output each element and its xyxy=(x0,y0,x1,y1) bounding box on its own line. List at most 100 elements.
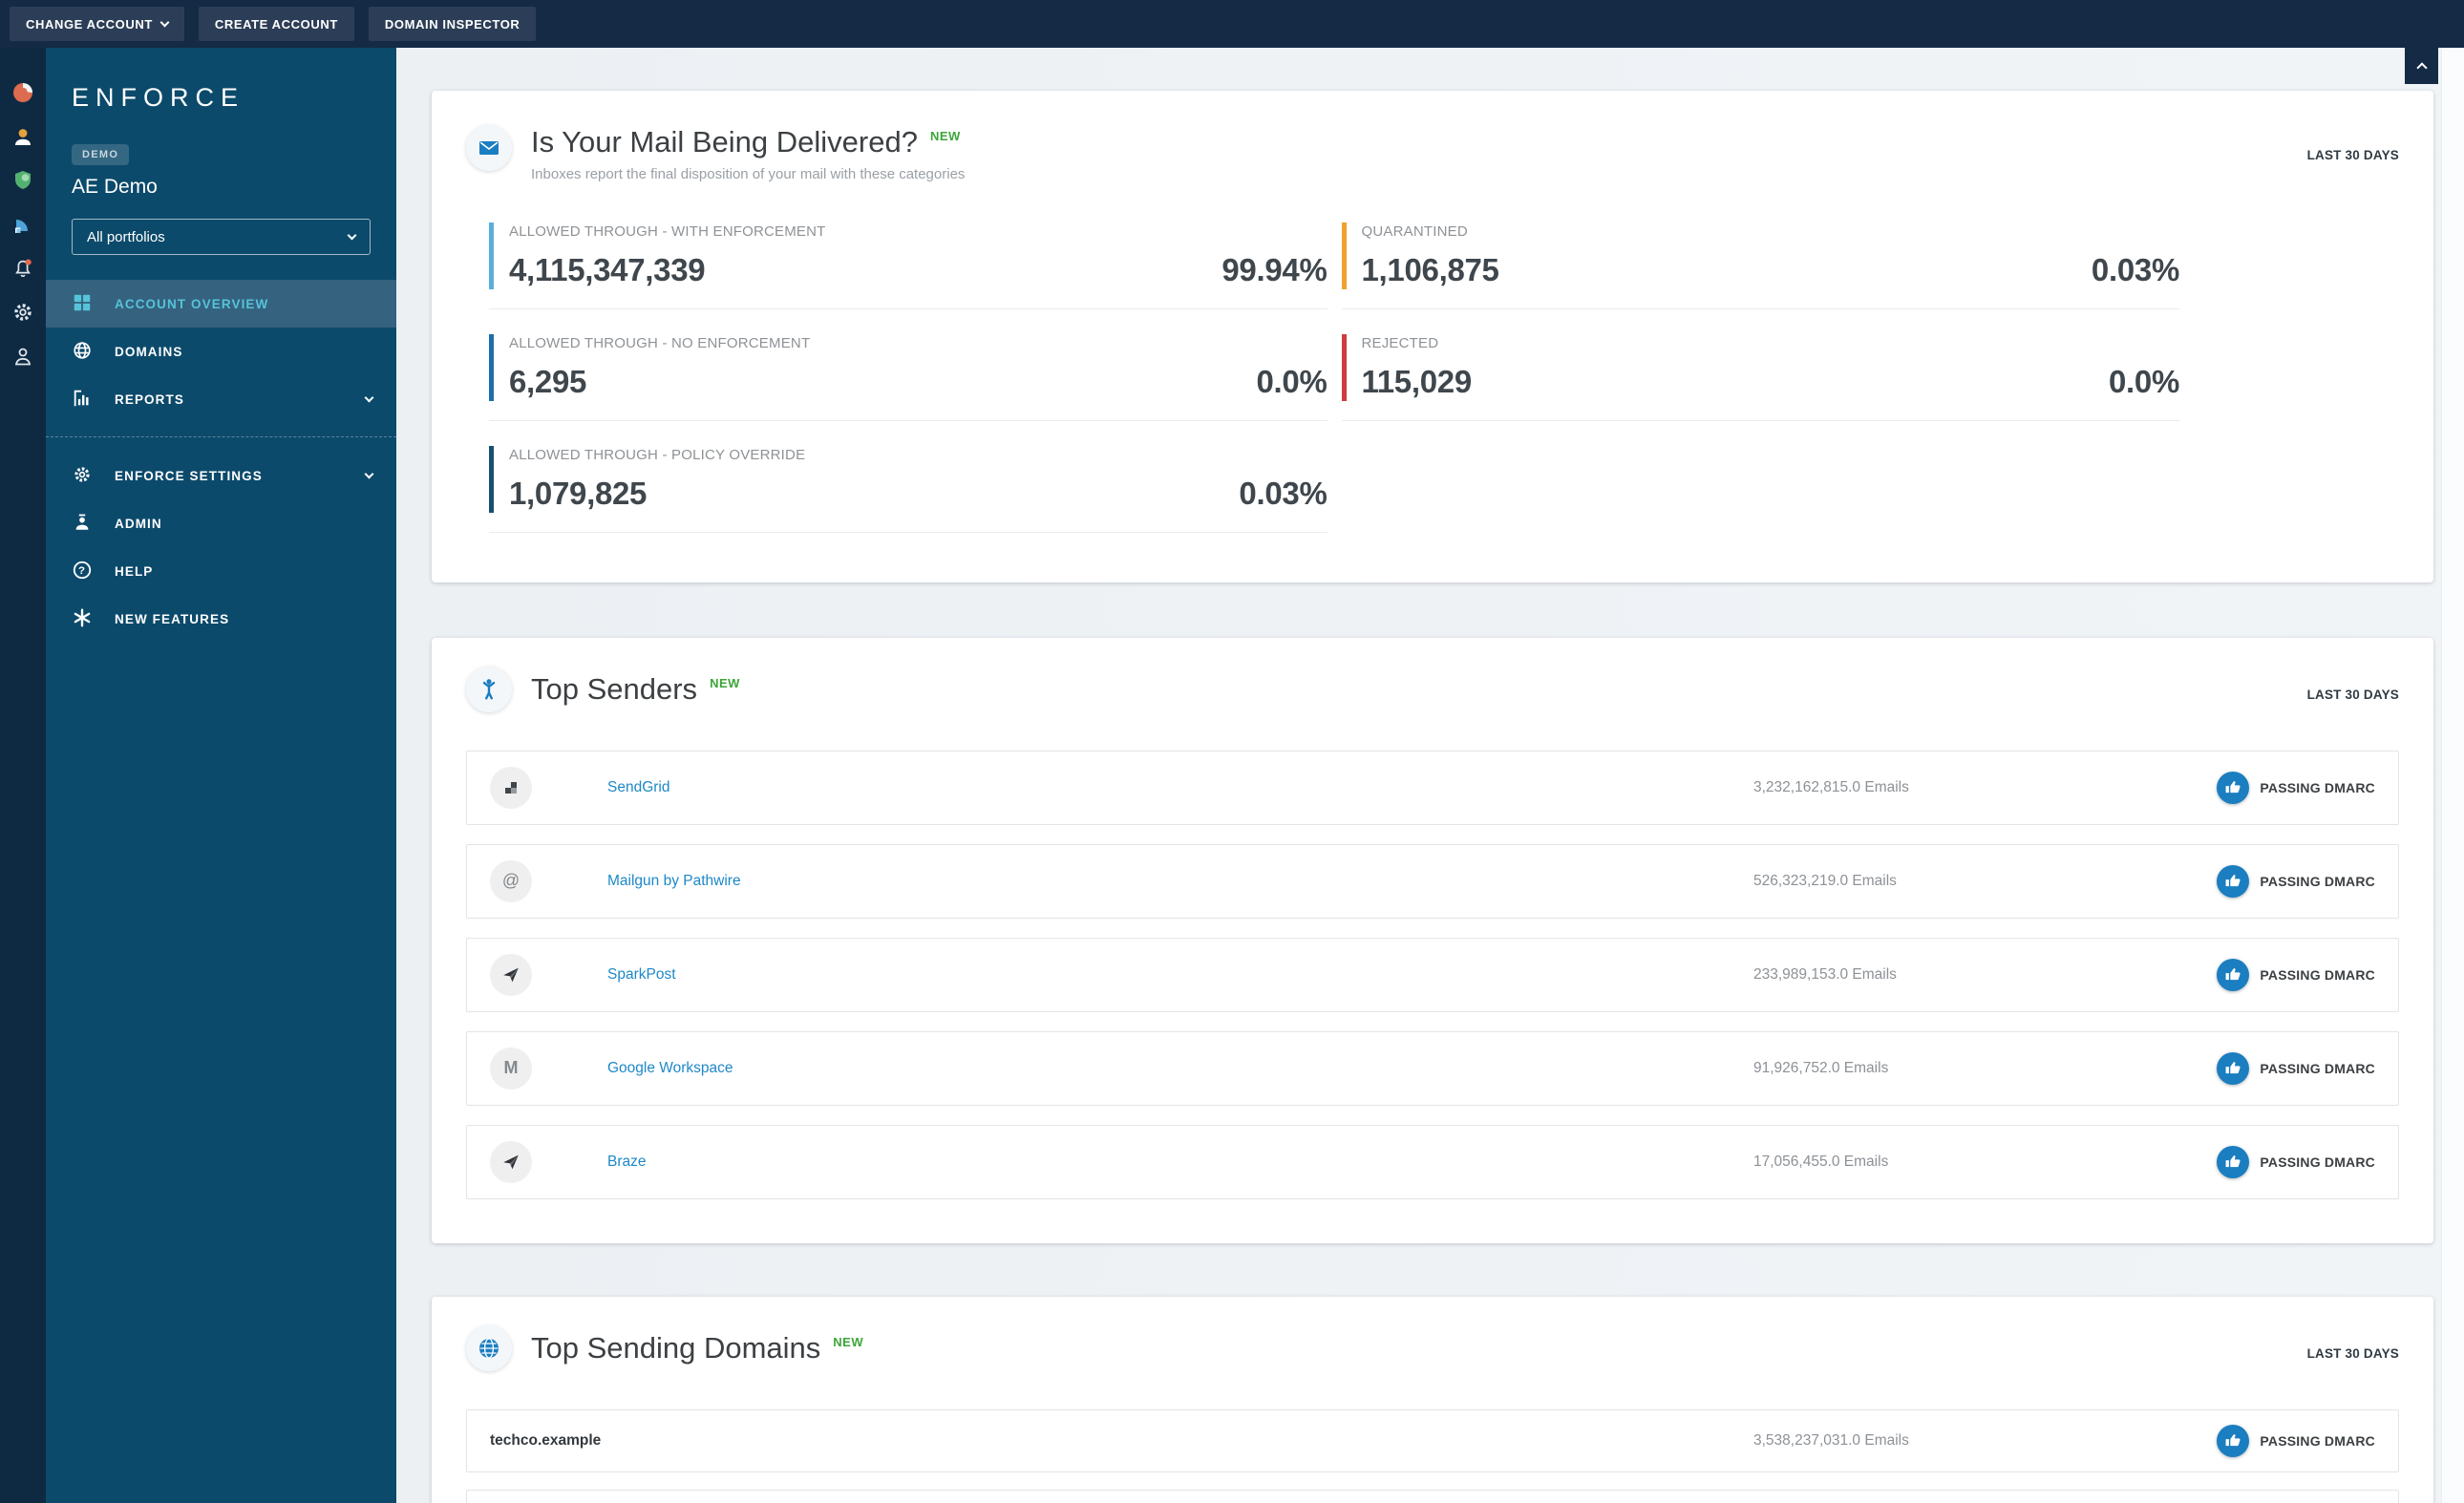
gear-outline-icon[interactable] xyxy=(11,300,35,325)
domain-row: realestateco.example 45,079,322.0 Emails… xyxy=(466,1489,2399,1503)
nav-item-label: REPORTS xyxy=(115,392,184,407)
period-label: LAST 30 DAYS xyxy=(2306,148,2399,162)
top-bar: CHANGE ACCOUNT CREATE ACCOUNT DOMAIN INS… xyxy=(0,0,2464,48)
nav-item-label: NEW FEATURES xyxy=(115,611,230,626)
mail-delivery-title: Is Your Mail Being Delivered? xyxy=(531,125,918,159)
delivery-stats-right-column: QUARANTINED 1,106,875 0.03% REJECTED 115… xyxy=(1341,222,2179,558)
top-senders-card: Top Senders NEW LAST 30 DAYS SendGrid 3,… xyxy=(432,637,2433,1243)
sidebar-divider xyxy=(46,436,396,437)
mail-delivery-header: Is Your Mail Being Delivered? NEW Inboxe… xyxy=(466,125,2399,182)
top-senders-list: SendGrid 3,232,162,815.0 Emails PASSING … xyxy=(466,750,2399,1199)
bell-icon[interactable] xyxy=(11,256,35,281)
top-domains-title: Top Sending Domains xyxy=(531,1330,821,1365)
vertical-scrollbar[interactable] xyxy=(2441,48,2464,1503)
help-icon: ? xyxy=(72,560,93,583)
period-label: LAST 30 DAYS xyxy=(2306,687,2399,702)
gmail-m-icon: M xyxy=(490,1047,532,1090)
monitor-fan-icon[interactable] xyxy=(11,212,35,237)
sidebar-nav-item[interactable]: DOMAINS xyxy=(46,328,396,375)
stat-label: REJECTED xyxy=(1361,334,1439,351)
scroll-to-top-button[interactable] xyxy=(2405,48,2438,84)
stat-percent: 0.0% xyxy=(1256,363,1328,399)
delivery-stat: ALLOWED THROUGH - POLICY OVERRIDE 1,079,… xyxy=(489,445,1328,533)
person-outline-icon[interactable] xyxy=(11,344,35,369)
sender-email-count: 91,926,752.0 Emails xyxy=(1753,1059,1889,1076)
sidebar-nav-item[interactable]: ? HELP xyxy=(46,547,396,595)
envelope-icon xyxy=(466,125,512,171)
chevron-down-icon xyxy=(364,392,374,403)
sender-email-count: 526,323,219.0 Emails xyxy=(1753,872,1897,889)
stat-label: QUARANTINED xyxy=(1361,222,1468,240)
delivery-stat: REJECTED 115,029 0.0% xyxy=(1341,333,2179,421)
domain-name: techco.example xyxy=(490,1431,602,1449)
sidebar-nav-item[interactable]: ACCOUNT OVERVIEW xyxy=(46,280,396,328)
sender-email-count: 3,232,162,815.0 Emails xyxy=(1753,778,1909,795)
sender-row: SendGrid 3,232,162,815.0 Emails PASSING … xyxy=(466,750,2399,825)
grid-icon xyxy=(72,292,93,316)
admin-person-icon xyxy=(72,512,93,536)
sender-name-link[interactable]: Google Workspace xyxy=(532,1060,1753,1077)
stat-value: 4,115,347,339 xyxy=(509,251,706,287)
domain-email-count: 3,538,237,031.0 Emails xyxy=(1753,1431,1909,1449)
create-account-button[interactable]: CREATE ACCOUNT xyxy=(198,7,354,41)
dmarc-status-badge: PASSING DMARC xyxy=(2217,864,2375,898)
gear-icon xyxy=(72,464,93,488)
top-sending-domains-card: Top Sending Domains NEW LAST 30 DAYS tec… xyxy=(432,1296,2433,1503)
change-account-label: CHANGE ACCOUNT xyxy=(26,16,153,32)
dmarc-status-badge: PASSING DMARC xyxy=(2217,958,2375,991)
sender-name-link[interactable]: SparkPost xyxy=(532,966,1753,984)
sidebar-nav-item[interactable]: REPORTS xyxy=(46,375,396,423)
asterisk-icon xyxy=(72,607,93,631)
top-senders-header: Top Senders NEW xyxy=(466,666,2399,712)
stat-label: ALLOWED THROUGH - WITH ENFORCEMENT xyxy=(509,222,826,240)
stat-percent: 0.0% xyxy=(2108,363,2179,399)
app-rail xyxy=(0,48,46,1503)
top-senders-title: Top Senders xyxy=(531,671,698,706)
stat-separator xyxy=(489,419,1328,421)
sender-name-link[interactable]: Braze xyxy=(532,1154,1753,1171)
stat-value: 115,029 xyxy=(1361,363,1473,399)
change-account-button[interactable]: CHANGE ACCOUNT xyxy=(10,7,184,41)
dmarc-status-label: PASSING DMARC xyxy=(2260,779,2375,795)
domain-inspector-button[interactable]: DOMAIN INSPECTOR xyxy=(368,7,537,41)
sidebar-nav: ACCOUNT OVERVIEW DOMAINS REPORTS ENFORCE… xyxy=(46,280,396,643)
svg-text:?: ? xyxy=(78,565,86,577)
nav-item-label: ACCOUNT OVERVIEW xyxy=(115,296,269,311)
chevron-down-icon xyxy=(347,230,357,240)
sidebar-nav-item[interactable]: ENFORCE SETTINGS xyxy=(46,452,396,499)
thumbs-up-icon xyxy=(2217,864,2250,898)
stat-separator xyxy=(1341,419,2179,421)
stat-separator xyxy=(1341,307,2179,309)
dmarc-status-label: PASSING DMARC xyxy=(2260,873,2375,889)
stat-value: 1,106,875 xyxy=(1361,251,1499,287)
domain-inspector-label: DOMAIN INSPECTOR xyxy=(384,16,520,32)
nav-item-label: ENFORCE SETTINGS xyxy=(115,468,263,483)
sender-name-link[interactable]: SendGrid xyxy=(532,779,1753,796)
product-ball-icon[interactable] xyxy=(11,80,35,105)
sidebar-nav-item[interactable]: ADMIN xyxy=(46,499,396,547)
new-badge: NEW xyxy=(710,675,740,690)
enforce-logo: ENFORCE xyxy=(72,83,245,112)
delivery-stat: ALLOWED THROUGH - NO ENFORCEMENT 6,295 0… xyxy=(489,333,1328,421)
demo-badge: DEMO xyxy=(72,144,130,165)
top-domains-header: Top Sending Domains NEW xyxy=(466,1324,2399,1371)
new-badge: NEW xyxy=(929,129,961,143)
at-sign-icon: @ xyxy=(490,859,532,902)
dmarc-status-label: PASSING DMARC xyxy=(2260,1432,2375,1449)
delivery-stat: QUARANTINED 1,106,875 0.03% xyxy=(1341,222,2179,309)
stat-value: 1,079,825 xyxy=(509,475,648,511)
portfolio-select-value: All portfolios xyxy=(87,228,165,245)
account-name: AE Demo xyxy=(72,176,158,198)
sender-name-link[interactable]: Mailgun by Pathwire xyxy=(532,873,1753,890)
sidebar-nav-item[interactable]: NEW FEATURES xyxy=(46,595,396,643)
portfolio-select[interactable]: All portfolios xyxy=(72,219,371,255)
delivery-stat: ALLOWED THROUGH - WITH ENFORCEMENT 4,115… xyxy=(489,222,1328,309)
sidebar: ENFORCE DEMO AE Demo All portfolios ACCO… xyxy=(46,48,396,1503)
new-badge: NEW xyxy=(833,1334,864,1349)
amplify-person-icon[interactable] xyxy=(11,124,35,149)
nav-item-label: HELP xyxy=(115,563,154,579)
dmarc-status-badge: PASSING DMARC xyxy=(2217,1051,2375,1085)
protect-shield-icon[interactable] xyxy=(11,168,35,193)
stat-percent: 0.03% xyxy=(2091,251,2179,287)
globe-outline-icon xyxy=(72,340,93,364)
